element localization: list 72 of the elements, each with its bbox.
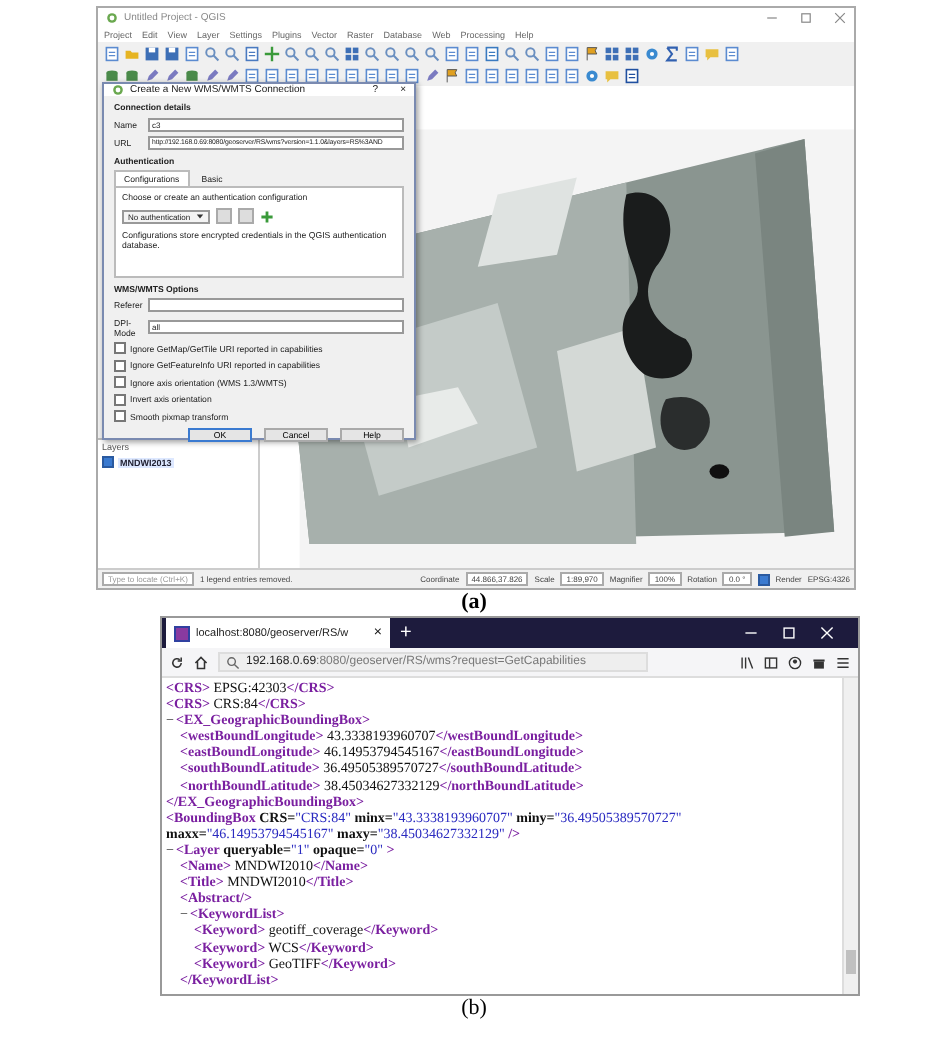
database-icon[interactable] bbox=[124, 67, 140, 83]
magnifier-icon[interactable] bbox=[304, 45, 320, 61]
gear-icon[interactable] bbox=[644, 45, 660, 61]
magnifier-icon[interactable] bbox=[404, 45, 420, 61]
grid-icon[interactable] bbox=[604, 45, 620, 61]
menu-icon[interactable] bbox=[836, 655, 850, 669]
flag-icon[interactable] bbox=[444, 67, 460, 83]
scrollbar[interactable] bbox=[842, 678, 858, 994]
page-icon[interactable] bbox=[464, 45, 480, 61]
magnifier-icon[interactable] bbox=[324, 45, 340, 61]
magnifier-icon[interactable] bbox=[504, 45, 520, 61]
checkbox[interactable] bbox=[114, 410, 126, 422]
page-icon[interactable] bbox=[524, 67, 540, 83]
page-icon[interactable] bbox=[684, 45, 700, 61]
new-tab-button[interactable]: + bbox=[400, 622, 412, 644]
cross-arrows-icon[interactable] bbox=[264, 45, 280, 61]
caret-icon bbox=[196, 211, 205, 219]
magnifier-icon[interactable] bbox=[284, 45, 300, 61]
home-icon[interactable] bbox=[194, 655, 208, 669]
checkbox[interactable] bbox=[114, 393, 126, 405]
page-icon[interactable] bbox=[304, 67, 320, 83]
magnifier-icon[interactable] bbox=[204, 45, 220, 61]
page-icon[interactable] bbox=[364, 67, 380, 83]
page-icon[interactable] bbox=[544, 45, 560, 61]
library-icon[interactable] bbox=[740, 655, 754, 669]
page-icon[interactable] bbox=[384, 67, 400, 83]
magnifier-icon[interactable] bbox=[524, 45, 540, 61]
page-icon[interactable] bbox=[344, 67, 360, 83]
search-icon bbox=[226, 655, 240, 669]
account-icon[interactable] bbox=[788, 655, 802, 669]
checkbox[interactable] bbox=[102, 456, 114, 468]
minimize-icon[interactable] bbox=[744, 626, 758, 640]
page-icon[interactable] bbox=[404, 67, 420, 83]
page-icon[interactable] bbox=[564, 67, 580, 83]
page-icon[interactable] bbox=[324, 67, 340, 83]
page-icon[interactable] bbox=[504, 67, 520, 83]
page-icon[interactable] bbox=[484, 67, 500, 83]
page-icon[interactable] bbox=[444, 45, 460, 61]
figure-caption: (b) bbox=[461, 996, 487, 1022]
page-icon[interactable] bbox=[464, 67, 480, 83]
remove-button[interactable] bbox=[238, 208, 255, 224]
page-icon[interactable] bbox=[284, 67, 300, 83]
database-icon[interactable] bbox=[104, 67, 120, 83]
page-icon[interactable] bbox=[564, 45, 580, 61]
page-icon[interactable] bbox=[484, 45, 500, 61]
magnifier-icon[interactable] bbox=[224, 45, 240, 61]
edit-button[interactable] bbox=[216, 208, 233, 224]
grid-icon[interactable] bbox=[624, 45, 640, 61]
page-icon[interactable] bbox=[264, 67, 280, 83]
checkbox[interactable] bbox=[114, 359, 126, 371]
magnifier-icon[interactable] bbox=[364, 45, 380, 61]
reload-icon[interactable] bbox=[170, 655, 184, 669]
page-icon[interactable] bbox=[184, 45, 200, 61]
plus-icon[interactable] bbox=[260, 209, 275, 223]
sidebar-icon[interactable] bbox=[764, 655, 778, 669]
flag-icon[interactable] bbox=[584, 45, 600, 61]
figure-caption: (a) bbox=[461, 590, 487, 616]
checkbox[interactable] bbox=[757, 573, 770, 585]
page-icon[interactable] bbox=[104, 45, 120, 61]
magnifier-icon[interactable] bbox=[424, 45, 440, 61]
sigma-icon[interactable] bbox=[664, 45, 680, 61]
page-icon[interactable] bbox=[244, 67, 260, 83]
referer-field[interactable] bbox=[148, 298, 404, 312]
grid-icon[interactable] bbox=[344, 45, 360, 61]
page-icon[interactable] bbox=[544, 67, 560, 83]
checkbox[interactable] bbox=[114, 376, 126, 388]
magnifier-icon[interactable] bbox=[384, 45, 400, 61]
gift-icon[interactable] bbox=[812, 655, 826, 669]
gear-icon[interactable] bbox=[584, 67, 600, 83]
checkbox[interactable] bbox=[114, 342, 126, 354]
page-icon[interactable] bbox=[724, 45, 740, 61]
database-icon[interactable] bbox=[184, 67, 200, 83]
